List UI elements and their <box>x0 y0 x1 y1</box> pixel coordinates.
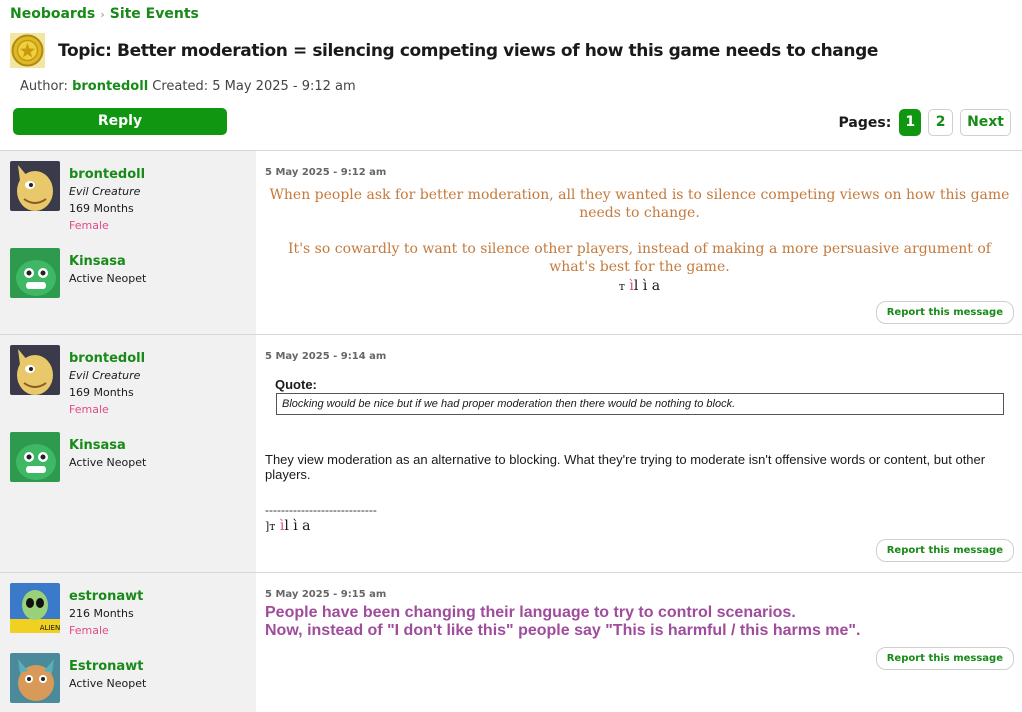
post-date: 5 May 2025 - 9:15 am <box>265 589 387 600</box>
created-date: 5 May 2025 - 9:12 am <box>212 79 356 94</box>
user-title: Evil Creature <box>69 185 141 198</box>
report-button[interactable]: Report this message <box>875 539 1014 562</box>
pages-label: Pages: <box>838 114 892 131</box>
breadcrumb: Neoboards › Site Events <box>10 6 199 22</box>
post-body: 5 May 2025 - 9:14 am Quote: Blocking wou… <box>256 335 1022 562</box>
page-1-button[interactable]: 1 <box>899 109 922 136</box>
page-2-button[interactable]: 2 <box>928 109 954 136</box>
username-link[interactable]: estronawt <box>69 588 249 605</box>
post-date: 5 May 2025 - 9:14 am <box>265 351 387 362</box>
post-body: 5 May 2025 - 9:12 am When people ask for… <box>256 151 1022 324</box>
pet-avatar[interactable] <box>10 653 60 703</box>
user-avatar[interactable] <box>10 161 60 211</box>
post-paragraph: It's so cowardly to want to silence othe… <box>288 241 991 275</box>
author-label: Author: <box>20 79 68 94</box>
report-button[interactable]: Report this message <box>875 647 1014 670</box>
user-gender: Female <box>69 403 109 416</box>
pet-status: Active Neopet <box>69 677 147 690</box>
report-button[interactable]: Report this message <box>875 301 1014 324</box>
quote-box: Blocking would be nice but if we had pro… <box>276 393 1004 415</box>
author-link[interactable]: brontedoll <box>72 79 148 94</box>
signature-prefix: т <box>618 280 625 293</box>
pet-name-link[interactable]: Kinsasa <box>69 437 249 454</box>
user-age: 169 Months <box>69 202 134 215</box>
user-avatar[interactable]: ALIEN <box>10 583 60 633</box>
pagination: Pages: 1 2 Next <box>839 109 1011 136</box>
username-link[interactable]: brontedoll <box>69 166 249 183</box>
signature-divider: ---------------------------- <box>265 503 377 517</box>
user-age: 216 Months <box>69 607 134 620</box>
pet-name-link[interactable]: Estronawt <box>69 658 249 675</box>
signature-text: l ì a <box>284 518 311 534</box>
reply-button[interactable]: Reply <box>13 108 227 135</box>
post-paragraph: When people ask for better moderation, a… <box>269 187 1010 221</box>
topic-meta: Author: brontedoll Created: 5 May 2025 -… <box>20 79 356 94</box>
gold-coin-icon <box>10 33 45 68</box>
post-line: People have been changing their language… <box>265 604 796 621</box>
user-title: Evil Creature <box>69 369 141 382</box>
post-signature: т ìl ì a <box>265 278 1014 294</box>
next-page-button[interactable]: Next <box>960 109 1011 136</box>
user-gender: Female <box>69 219 109 232</box>
quote-label: Quote: <box>275 377 317 392</box>
post-list: brontedoll Evil Creature 169 Months Fema… <box>0 150 1022 712</box>
breadcrumb-separator: › <box>100 8 105 21</box>
signature-prefix: ]т <box>265 520 276 533</box>
svg-text:ALIEN: ALIEN <box>40 624 60 632</box>
user-avatar[interactable] <box>10 345 60 395</box>
user-gender: Female <box>69 624 109 637</box>
pet-avatar[interactable] <box>10 432 60 482</box>
post-author-panel: brontedoll Evil Creature 169 Months Fema… <box>0 335 256 572</box>
post-text: They view moderation as an alternative t… <box>265 452 986 482</box>
pet-status: Active Neopet <box>69 456 147 469</box>
pet-name-link[interactable]: Kinsasa <box>69 253 249 270</box>
topic-title: Topic: Better moderation = silencing com… <box>58 41 878 61</box>
pet-status: Active Neopet <box>69 272 147 285</box>
breadcrumb-neoboards[interactable]: Neoboards <box>10 6 95 22</box>
post-body: 5 May 2025 - 9:15 am People have been ch… <box>256 573 1022 670</box>
post-author-panel: brontedoll Evil Creature 169 Months Fema… <box>0 151 256 334</box>
post-author-panel: ALIEN estronawt 216 Months Female Estron… <box>0 573 256 712</box>
signature-text: l ì a <box>633 278 661 294</box>
created-label: Created: <box>152 79 209 94</box>
post-date: 5 May 2025 - 9:12 am <box>265 167 387 178</box>
username-link[interactable]: brontedoll <box>69 350 249 367</box>
breadcrumb-site-events[interactable]: Site Events <box>110 6 199 22</box>
post-line: Now, instead of "I don't like this" peop… <box>265 622 861 639</box>
post: ALIEN estronawt 216 Months Female Estron… <box>0 573 1022 712</box>
post: brontedoll Evil Creature 169 Months Fema… <box>0 151 1022 335</box>
pet-avatar[interactable] <box>10 248 60 298</box>
post-signature: ]т ìl ì a <box>265 518 1014 534</box>
post: brontedoll Evil Creature 169 Months Fema… <box>0 335 1022 573</box>
user-age: 169 Months <box>69 386 134 399</box>
